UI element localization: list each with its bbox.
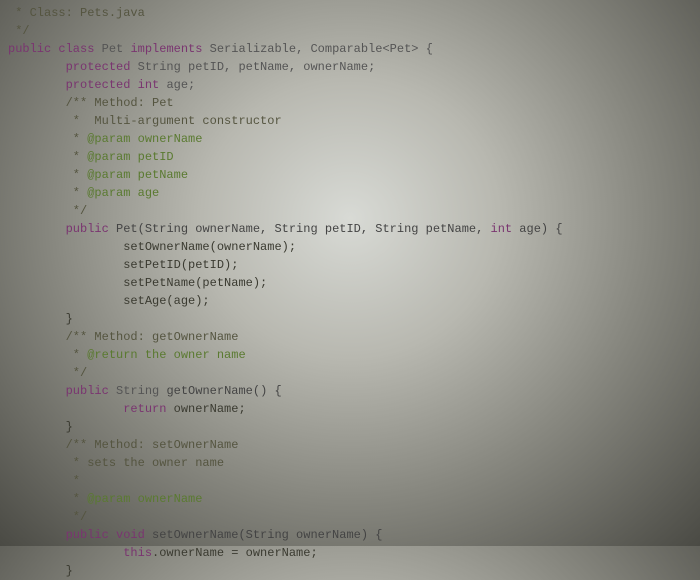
code-token: Pet <box>102 42 131 56</box>
code-token: String <box>116 384 166 398</box>
code-token: @return the owner name <box>87 348 245 362</box>
code-line: } <box>0 418 700 436</box>
code-token: setOwnerName(ownerName); <box>123 240 296 254</box>
code-line: return ownerName; <box>0 400 700 418</box>
code-token: protected int <box>66 78 167 92</box>
code-token: @param petName <box>87 168 188 182</box>
code-token: @param age <box>87 186 159 200</box>
code-token: Pet(String ownerName, String petID, Stri… <box>116 222 490 236</box>
code-line: * Multi-argument constructor <box>0 112 700 130</box>
code-token: Serializable, Comparable<Pet> { <box>210 42 433 56</box>
code-line: * sets the owner name <box>0 454 700 472</box>
code-token: setAge(age); <box>123 294 209 308</box>
code-token: * sets the owner name <box>66 456 224 470</box>
code-token: } <box>66 564 73 578</box>
code-line: setPetName(petName); <box>0 274 700 292</box>
code-line: setAge(age); <box>0 292 700 310</box>
code-token: setPetID(petID); <box>123 258 238 272</box>
code-token: @param ownerName <box>87 492 202 506</box>
code-token: public class <box>8 42 102 56</box>
code-line: public Pet(String ownerName, String petI… <box>0 220 700 238</box>
code-line: * Class: Pets.java <box>0 4 700 22</box>
code-token: } <box>66 420 73 434</box>
code-token: return <box>123 402 173 416</box>
code-token: age) { <box>512 222 562 236</box>
code-token: /** Method: setOwnerName <box>66 438 239 452</box>
code-token: getOwnerName() { <box>166 384 281 398</box>
code-line: /** Method: Pet <box>0 94 700 112</box>
code-token: * Multi-argument constructor <box>66 114 282 128</box>
code-token: .ownerName = ownerName; <box>152 546 318 560</box>
code-token: */ <box>8 24 30 38</box>
code-token: /** Method: Pet <box>66 96 174 110</box>
code-token: * <box>66 168 88 182</box>
code-token: * <box>66 474 80 488</box>
code-token: setOwnerName(String ownerName) { <box>152 528 382 542</box>
code-token: } <box>66 312 73 326</box>
code-line: * @param petID <box>0 148 700 166</box>
code-line: protected int age; <box>0 76 700 94</box>
code-token: setPetName(petName); <box>123 276 267 290</box>
code-token: */ <box>66 510 88 524</box>
code-token: * Class: Pets.java <box>8 6 145 20</box>
code-line: */ <box>0 202 700 220</box>
code-token: * <box>66 186 88 200</box>
code-line: /** Method: getOwnerName <box>0 328 700 346</box>
code-token: public void <box>66 528 152 542</box>
code-line: } <box>0 562 700 580</box>
code-token: @param ownerName <box>87 132 202 146</box>
code-token: * <box>66 492 88 506</box>
code-line: */ <box>0 508 700 526</box>
code-line: * @param petName <box>0 166 700 184</box>
code-line: setOwnerName(ownerName); <box>0 238 700 256</box>
code-token: age; <box>166 78 195 92</box>
code-line: * @return the owner name <box>0 346 700 364</box>
code-token: ownerName; <box>174 402 246 416</box>
code-token: * <box>66 348 88 362</box>
code-line: /** Method: setOwnerName <box>0 436 700 454</box>
code-line: */ <box>0 364 700 382</box>
code-token: */ <box>66 366 88 380</box>
code-line: * @param ownerName <box>0 490 700 508</box>
code-token: public <box>66 222 116 236</box>
code-token: protected <box>66 60 138 74</box>
code-line: public void setOwnerName(String ownerNam… <box>0 526 700 544</box>
code-line: */ <box>0 22 700 40</box>
code-token: public <box>66 384 116 398</box>
code-token: */ <box>66 204 88 218</box>
code-token: this <box>123 546 152 560</box>
code-token: int <box>491 222 513 236</box>
code-token: @param petID <box>87 150 173 164</box>
code-line: } <box>0 310 700 328</box>
code-line: protected String petID, petName, ownerNa… <box>0 58 700 76</box>
code-line: * @param age <box>0 184 700 202</box>
code-token: /** Method: getOwnerName <box>66 330 239 344</box>
code-line: setPetID(petID); <box>0 256 700 274</box>
code-token: String petID, petName, ownerName; <box>138 60 376 74</box>
code-line: public class Pet implements Serializable… <box>0 40 700 58</box>
code-line: * @param ownerName <box>0 130 700 148</box>
code-token: * <box>66 150 88 164</box>
code-token: implements <box>130 42 209 56</box>
code-line: this.ownerName = ownerName; <box>0 544 700 562</box>
code-line: * <box>0 472 700 490</box>
code-token: * <box>66 132 88 146</box>
code-line: public String getOwnerName() { <box>0 382 700 400</box>
code-block: * Class: Pets.java */ public class Pet im… <box>0 4 700 580</box>
